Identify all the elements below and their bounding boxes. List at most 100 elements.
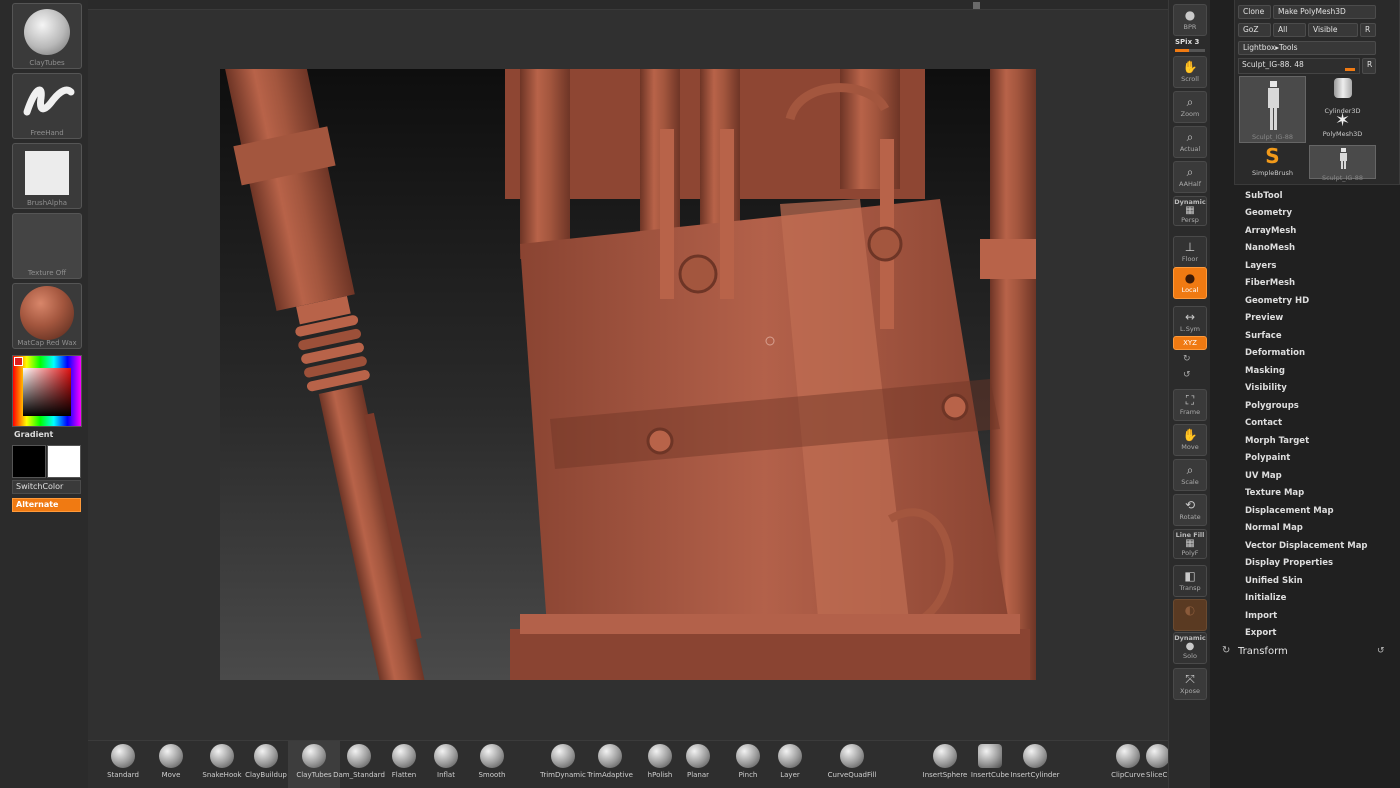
solo-button[interactable]: Dynamic ● Solo: [1173, 632, 1207, 664]
texture-thumbnail[interactable]: Texture Off: [12, 213, 82, 279]
brush-slicecurve[interactable]: SliceCurve: [1146, 741, 1168, 788]
zoom-button[interactable]: ⌕ Zoom: [1173, 91, 1207, 123]
menu-visibility[interactable]: Visibility: [1245, 383, 1287, 393]
floor-button[interactable]: ⊥ Floor: [1173, 236, 1207, 268]
tool-thumb-sculpt-large[interactable]: Sculpt_IG-88: [1239, 76, 1306, 143]
brush-label: CurveQuadFill: [827, 771, 877, 779]
material-caption: MatCap Red Wax: [17, 339, 77, 347]
brush-trimadaptive[interactable]: TrimAdaptive: [584, 741, 636, 788]
secondary-color-swatch[interactable]: [47, 445, 81, 478]
menu-uv-map[interactable]: UV Map: [1245, 471, 1282, 481]
lightbox-tools-button[interactable]: Lightbox▸Tools: [1238, 41, 1376, 55]
make-polymesh-button[interactable]: Make PolyMesh3D: [1273, 5, 1376, 19]
brush-planar[interactable]: Planar: [672, 741, 724, 788]
menu-morph-target[interactable]: Morph Target: [1245, 436, 1309, 446]
brush-claybuildup[interactable]: ClayBuildup: [240, 741, 292, 788]
scroll-button[interactable]: ✋ Scroll: [1173, 56, 1207, 88]
switch-color-button[interactable]: SwitchColor: [12, 480, 81, 494]
viewport[interactable]: [220, 69, 1036, 680]
local-button[interactable]: ● Local: [1173, 267, 1207, 299]
move-button[interactable]: ✋ Move: [1173, 424, 1207, 456]
menu-nanomesh[interactable]: NanoMesh: [1245, 243, 1295, 253]
menu-arraymesh[interactable]: ArrayMesh: [1245, 226, 1296, 236]
brush-layer[interactable]: Layer: [764, 741, 816, 788]
tool-thumb-polymesh[interactable]: ✶ PolyMesh3D: [1309, 110, 1376, 144]
brush-smooth[interactable]: Smooth: [466, 741, 518, 788]
brush-move[interactable]: Move: [145, 741, 197, 788]
goz-button[interactable]: GoZ: [1238, 23, 1271, 37]
rotate-label: Rotate: [1179, 513, 1201, 521]
xpose-button[interactable]: ⤧ Xpose: [1173, 668, 1207, 700]
brush-inflat[interactable]: Inflat: [420, 741, 472, 788]
menu-vector-displacement-map[interactable]: Vector Displacement Map: [1245, 541, 1368, 551]
scale-button[interactable]: ⌕ Scale: [1173, 459, 1207, 491]
ghost-button[interactable]: ◐: [1173, 599, 1207, 631]
menu-geometry[interactable]: Geometry: [1245, 208, 1292, 218]
bpr-button[interactable]: ● BPR: [1173, 4, 1207, 36]
actual-button[interactable]: ⌕ Actual: [1173, 126, 1207, 158]
reset-icon[interactable]: ↺: [1377, 646, 1385, 656]
menu-unified-skin[interactable]: Unified Skin: [1245, 576, 1303, 586]
menu-displacement-map[interactable]: Displacement Map: [1245, 506, 1334, 516]
menu-masking[interactable]: Masking: [1245, 366, 1285, 376]
frame-button[interactable]: ⛶ Frame: [1173, 389, 1207, 421]
tool-thumb-cylinder[interactable]: Cylinder3D: [1309, 76, 1376, 115]
xpose-label: Xpose: [1180, 687, 1200, 695]
tool-thumb-simplebrush[interactable]: S SimpleBrush: [1239, 145, 1306, 179]
menu-initialize[interactable]: Initialize: [1245, 593, 1286, 603]
stroke-thumbnail[interactable]: FreeHand: [12, 73, 82, 139]
menu-export[interactable]: Export: [1245, 628, 1276, 638]
brush-curvequadfill[interactable]: CurveQuadFill: [813, 741, 891, 788]
lsym-button[interactable]: ↔ L.Sym: [1173, 306, 1207, 338]
rotate-z-icon[interactable]: ↺: [1183, 370, 1191, 380]
aahalf-button[interactable]: ⌕ AAHalf: [1173, 161, 1207, 193]
material-thumbnail[interactable]: MatCap Red Wax: [12, 283, 82, 349]
xyz-button[interactable]: XYZ: [1173, 336, 1207, 350]
solo-label: Solo: [1183, 652, 1197, 660]
transp-button[interactable]: ◧ Transp: [1173, 565, 1207, 597]
brush-thumbnail[interactable]: ClayTubes: [12, 3, 82, 69]
tool-r-button[interactable]: R: [1362, 58, 1376, 74]
rotate-y-icon[interactable]: ↻: [1183, 354, 1191, 364]
menu-texture-map[interactable]: Texture Map: [1245, 488, 1304, 498]
color-saturation-box[interactable]: [23, 368, 71, 416]
spix-slider[interactable]: [1175, 49, 1205, 52]
polyf-button[interactable]: Line Fill ▦ PolyF: [1173, 529, 1207, 559]
color-picker[interactable]: [12, 355, 82, 427]
main-color-swatch[interactable]: [12, 445, 46, 478]
menu-display-properties[interactable]: Display Properties: [1245, 558, 1333, 568]
menu-surface[interactable]: Surface: [1245, 331, 1282, 341]
transform-menu-title[interactable]: Transform: [1238, 646, 1288, 657]
gradient-label[interactable]: Gradient: [14, 430, 53, 439]
menu-subtool[interactable]: SubTool: [1245, 191, 1283, 201]
menu-polypaint[interactable]: Polypaint: [1245, 453, 1290, 463]
tool-thumb-sculpt-small[interactable]: Sculpt_IG-88: [1309, 145, 1376, 182]
persp-button[interactable]: Dynamic ▦ Persp: [1173, 196, 1207, 226]
visible-button[interactable]: Visible: [1308, 23, 1358, 37]
menu-polygroups[interactable]: Polygroups: [1245, 401, 1299, 411]
spix-label[interactable]: SPix 3: [1175, 38, 1199, 46]
all-button[interactable]: All: [1273, 23, 1306, 37]
menu-normal-map[interactable]: Normal Map: [1245, 523, 1303, 533]
slider-thumb[interactable]: [1345, 68, 1355, 71]
alpha-caption: BrushAlpha: [26, 199, 68, 207]
brush-insertcylinder[interactable]: InsertCylinder: [1006, 741, 1064, 788]
brush-standard[interactable]: Standard: [97, 741, 149, 788]
menu-contact[interactable]: Contact: [1245, 418, 1282, 428]
current-tool-slider[interactable]: Sculpt_IG-88. 48: [1238, 58, 1360, 74]
menu-layers[interactable]: Layers: [1245, 261, 1276, 271]
menu-fibermesh[interactable]: FiberMesh: [1245, 278, 1295, 288]
menu-import[interactable]: Import: [1245, 611, 1277, 621]
goz-r-button[interactable]: R: [1360, 23, 1376, 37]
current-color-swatch[interactable]: [14, 357, 23, 366]
alpha-thumbnail[interactable]: BrushAlpha: [12, 143, 82, 209]
clone-button[interactable]: Clone: [1238, 5, 1271, 19]
brush-trimdynamic[interactable]: TrimDynamic: [537, 741, 589, 788]
menu-geometry-hd[interactable]: Geometry HD: [1245, 296, 1309, 306]
rotate-button[interactable]: ⟲ Rotate: [1173, 494, 1207, 526]
top-scroll-strip[interactable]: [88, 0, 1168, 10]
scroll-marker[interactable]: [973, 2, 980, 9]
alternate-button[interactable]: Alternate: [12, 498, 81, 512]
menu-deformation[interactable]: Deformation: [1245, 348, 1305, 358]
menu-preview[interactable]: Preview: [1245, 313, 1283, 323]
